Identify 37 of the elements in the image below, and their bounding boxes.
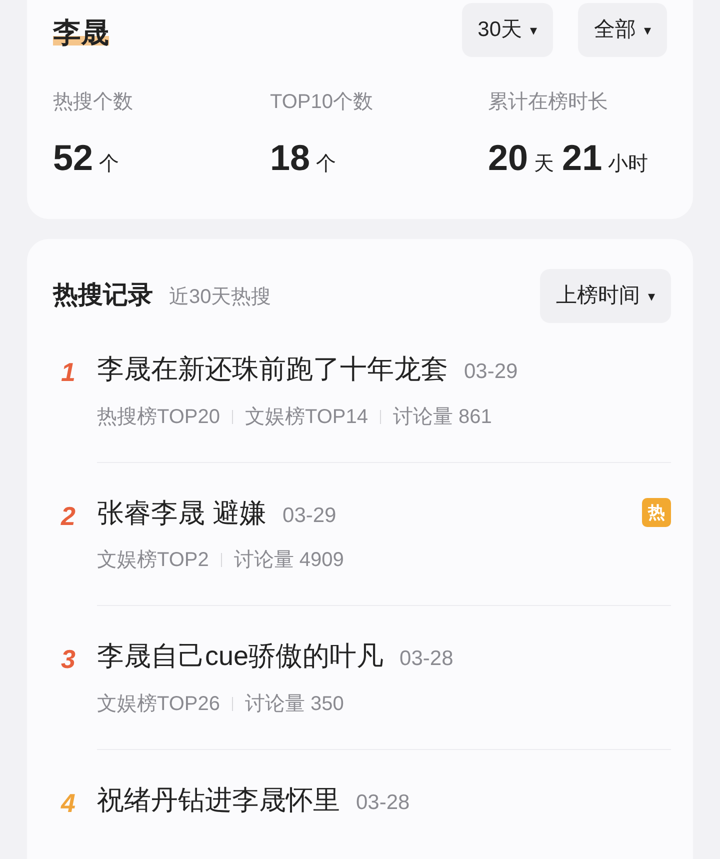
record-date: 03-28: [356, 790, 410, 816]
record-title[interactable]: 张睿李晟 避嫌: [97, 492, 267, 533]
stat-label: 热搜个数: [53, 90, 134, 115]
stat-value: 21: [562, 136, 602, 180]
hot-badge: 热: [642, 498, 671, 528]
record-title[interactable]: 李晟自己cue骄傲的叶凡: [97, 636, 384, 676]
filter-dropdown[interactable]: 全部 ▾: [578, 3, 667, 57]
stat-unit: 个: [316, 152, 336, 177]
record-meta: 讨论量 4909: [234, 548, 344, 573]
stat-unit: 小时: [608, 152, 648, 177]
record-date: 03-29: [464, 359, 518, 385]
record-meta: 文娱榜TOP26: [97, 692, 220, 716]
stat-value: 18: [270, 136, 310, 180]
filter-dropdown[interactable]: 30天 ▾: [462, 3, 553, 57]
stat-value: 20: [488, 136, 528, 180]
record-title[interactable]: 祝绪丹钻进李晟怀里: [97, 780, 340, 820]
record-meta: 讨论量 861: [393, 404, 492, 430]
rank-number: 3: [60, 643, 76, 676]
rank-number: 2: [60, 500, 76, 532]
section-title: 热搜记录: [53, 280, 153, 312]
record-meta: 文娱榜TOP14: [245, 404, 368, 430]
record-title[interactable]: 李晟在新还珠前跑了十年龙套: [97, 349, 448, 390]
sort-dropdown[interactable]: 上榜时间 ▾: [540, 269, 671, 323]
person-name: 李晟: [53, 17, 109, 48]
section-subtitle: 近30天热搜: [169, 285, 272, 310]
record-meta: 热搜榜TOP20: [97, 404, 220, 430]
stat-label: TOP10个数: [270, 90, 374, 115]
record-meta: 文娱榜TOP2: [97, 548, 209, 573]
record-meta: 讨论量 350: [245, 692, 344, 716]
rank-number: 4: [60, 786, 76, 820]
rank-number: 1: [60, 356, 76, 389]
stat-unit: 天: [534, 152, 554, 177]
record-date: 03-28: [400, 646, 454, 672]
stat-unit: 个: [99, 152, 120, 177]
stat-value: 52: [53, 136, 94, 180]
record-date: 03-29: [282, 502, 336, 528]
stat-label: 累计在榜时长: [488, 90, 609, 115]
